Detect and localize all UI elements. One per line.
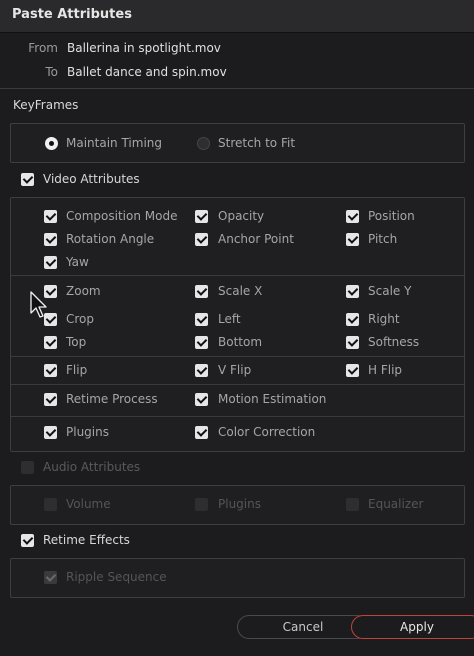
- yaw-checkbox[interactable]: [44, 256, 57, 269]
- composition-mode-checkbox[interactable]: [44, 210, 57, 223]
- scale-y-checkbox[interactable]: [346, 285, 359, 298]
- group-divider: [11, 384, 464, 385]
- color-correction-checkbox[interactable]: [195, 426, 208, 439]
- stretch-to-fit-label: Stretch to Fit: [218, 136, 296, 150]
- zoom-label: Zoom: [66, 284, 101, 298]
- video-attributes-label: Video Attributes: [43, 172, 140, 186]
- from-value: Ballerina in spotlight.mov: [67, 41, 221, 55]
- rotation-angle-checkbox[interactable]: [44, 233, 57, 246]
- bottom-checkbox[interactable]: [195, 336, 208, 349]
- opacity-checkbox[interactable]: [195, 210, 208, 223]
- motion-estimation-checkbox[interactable]: [195, 393, 208, 406]
- position-label: Position: [368, 209, 415, 223]
- video-plugins-label: Plugins: [66, 425, 109, 439]
- stretch-to-fit-radio[interactable]: [197, 137, 210, 150]
- group-divider: [11, 275, 464, 276]
- composition-mode-label: Composition Mode: [66, 209, 178, 223]
- volume-checkbox: [44, 498, 57, 511]
- h-flip-checkbox[interactable]: [346, 364, 359, 377]
- ripple-sequence-label: Ripple Sequence: [66, 570, 167, 584]
- title-bar: Paste Attributes: [0, 0, 474, 33]
- audio-plugins-label: Plugins: [218, 497, 261, 511]
- right-label: Right: [368, 312, 400, 326]
- scale-y-label: Scale Y: [368, 284, 412, 298]
- group-divider: [11, 416, 464, 417]
- to-value: Ballet dance and spin.mov: [67, 65, 227, 79]
- audio-plugins-checkbox: [195, 498, 208, 511]
- anchor-point-label: Anchor Point: [218, 232, 294, 246]
- group-divider: [11, 356, 464, 357]
- retime-process-checkbox[interactable]: [44, 393, 57, 406]
- scale-x-label: Scale X: [218, 284, 263, 298]
- anchor-point-checkbox[interactable]: [195, 233, 208, 246]
- retime-process-label: Retime Process: [66, 392, 158, 406]
- pitch-checkbox[interactable]: [346, 233, 359, 246]
- flip-label: Flip: [66, 363, 88, 377]
- left-checkbox[interactable]: [195, 313, 208, 326]
- yaw-label: Yaw: [66, 255, 89, 269]
- mouse-cursor-icon: [30, 291, 47, 318]
- bottom-label: Bottom: [218, 335, 263, 349]
- rotation-angle-label: Rotation Angle: [66, 232, 155, 246]
- motion-estimation-label: Motion Estimation: [218, 392, 327, 406]
- dialog-title: Paste Attributes: [12, 7, 132, 22]
- v-flip-checkbox[interactable]: [195, 364, 208, 377]
- video-attributes-checkbox[interactable]: [21, 173, 34, 186]
- retime-effects-label: Retime Effects: [43, 533, 130, 547]
- crop-label: Crop: [66, 312, 95, 326]
- video-attributes-panel: Composition Mode Opacity Position Rotati…: [10, 197, 465, 452]
- retime-effects-panel: Ripple Sequence: [10, 558, 465, 598]
- audio-attributes-panel: Volume Plugins Equalizer: [10, 485, 465, 525]
- flip-checkbox[interactable]: [44, 364, 57, 377]
- ripple-sequence-checkbox: [44, 571, 57, 584]
- cancel-button[interactable]: Cancel: [237, 615, 369, 639]
- keyframes-label: KeyFrames: [13, 98, 79, 112]
- softness-label: Softness: [368, 335, 420, 349]
- divider: [0, 88, 474, 89]
- v-flip-label: V Flip: [218, 363, 252, 377]
- scale-x-checkbox[interactable]: [195, 285, 208, 298]
- top-label: Top: [66, 335, 87, 349]
- maintain-timing-radio[interactable]: [45, 137, 58, 150]
- right-checkbox[interactable]: [346, 313, 359, 326]
- h-flip-label: H Flip: [368, 363, 403, 377]
- color-correction-label: Color Correction: [218, 425, 316, 439]
- volume-label: Volume: [66, 497, 111, 511]
- position-checkbox[interactable]: [346, 210, 359, 223]
- left-label: Left: [218, 312, 241, 326]
- equalizer-checkbox: [346, 498, 359, 511]
- audio-attributes-label: Audio Attributes: [43, 460, 141, 474]
- video-plugins-checkbox[interactable]: [44, 426, 57, 439]
- pitch-label: Pitch: [368, 232, 398, 246]
- maintain-timing-label: Maintain Timing: [66, 136, 162, 150]
- to-label: To: [45, 65, 58, 79]
- retime-effects-checkbox[interactable]: [21, 534, 34, 547]
- equalizer-label: Equalizer: [368, 497, 424, 511]
- audio-attributes-checkbox: [21, 461, 34, 474]
- softness-checkbox[interactable]: [346, 336, 359, 349]
- from-label: From: [28, 41, 58, 55]
- keyframes-panel: Maintain Timing Stretch to Fit: [10, 123, 465, 163]
- top-checkbox[interactable]: [44, 336, 57, 349]
- opacity-label: Opacity: [218, 209, 265, 223]
- apply-button[interactable]: Apply: [351, 615, 474, 639]
